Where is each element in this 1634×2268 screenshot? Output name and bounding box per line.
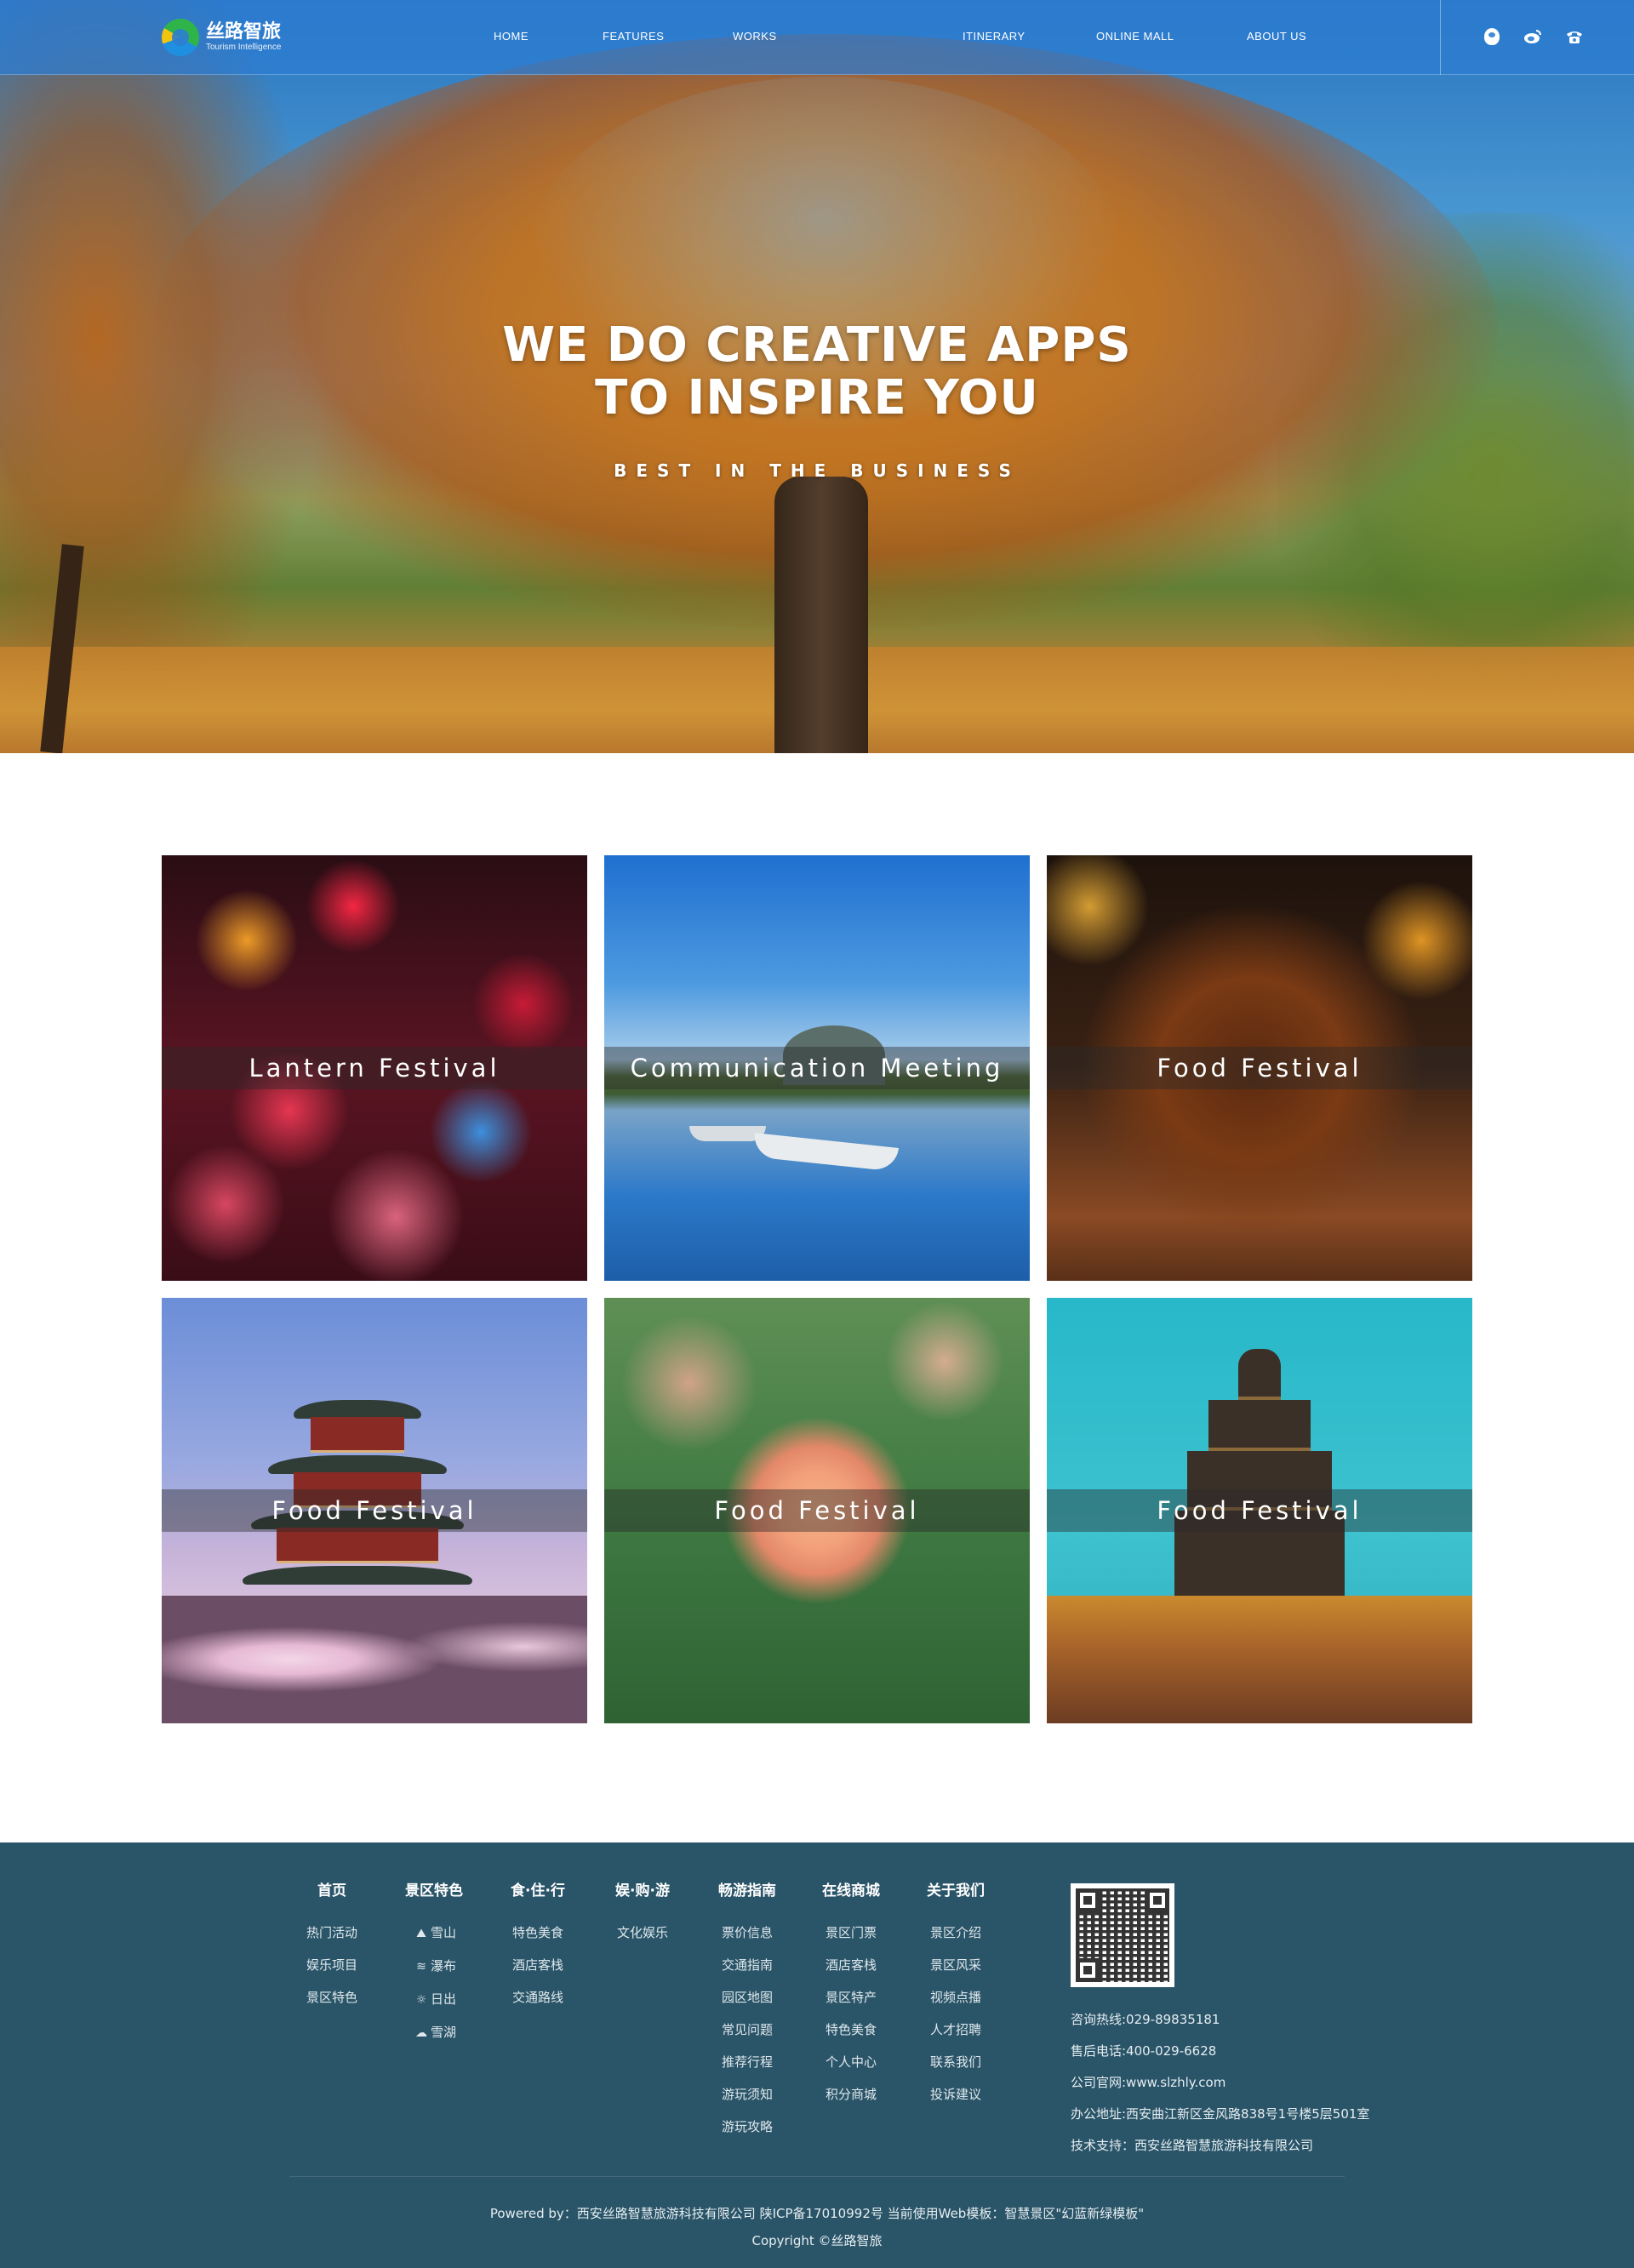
footer-col-features: 景区特色 ⛰ 雪山 ≋ 瀑布 ☼ 日出 ☁ 雪湖 — [391, 1882, 477, 2049]
footer-link[interactable]: 常见问题 — [705, 2014, 790, 2046]
footer-col-title: 景区特色 — [405, 1882, 463, 1900]
footer-link[interactable]: 娱乐项目 — [289, 1949, 374, 1981]
nav-features[interactable]: FEATURES — [603, 30, 664, 43]
footer-col-guide: 畅游指南 票价信息 交通指南 园区地图 常见问题 推荐行程 游玩须知 游玩攻略 — [705, 1882, 790, 2143]
footer-link[interactable]: 景区特产 — [808, 1981, 894, 2014]
gallery-card-pagoda[interactable]: Food Festival — [162, 1298, 587, 1723]
card-caption: Communication Meeting — [630, 1054, 1004, 1083]
footer-link[interactable]: 酒店客栈 — [495, 1949, 580, 1981]
hero-subtitle: BEST IN THE BUSINESS — [614, 460, 1020, 481]
logo-icon — [162, 19, 199, 56]
footer-link[interactable]: 推荐行程 — [705, 2046, 790, 2078]
gallery-card-flower[interactable]: Food Festival — [604, 1298, 1030, 1723]
footer-link[interactable]: 人才招聘 — [913, 2014, 998, 2046]
footer-link[interactable]: 文化娱乐 — [600, 1917, 685, 1949]
sunrise-icon: ☼ — [415, 1993, 427, 2007]
nav-itinerary[interactable]: ITINERARY — [963, 30, 1026, 43]
footer-link[interactable]: 特色美食 — [495, 1917, 580, 1949]
footer: 首页 热门活动 娱乐项目 景区特色 景区特色 ⛰ 雪山 ≋ 瀑布 ☼ 日出 ☁ 雪湖 食… — [0, 1842, 1634, 2268]
gallery-card-temple[interactable]: Food Festival — [1047, 1298, 1472, 1723]
footer-col-title: 在线商城 — [822, 1882, 880, 1900]
hero-banner: WE DO CREATIVE APPS TO INSPIRE YOU BEST … — [0, 0, 1634, 753]
footer-col-online-mall: 在线商城 景区门票 酒店客栈 景区特产 特色美食 个人中心 积分商城 — [808, 1882, 894, 2111]
contact-hotline: 咨询热线:029-89835181 — [1071, 2012, 1220, 2027]
card-caption: Food Festival — [1157, 1054, 1363, 1083]
waterfall-icon: ≋ — [416, 1960, 426, 1974]
card-caption: Food Festival — [271, 1496, 477, 1525]
contact-address: 办公地址:西安曲江新区金风路838号1号楼5层501室 — [1071, 2106, 1370, 2122]
footer-link[interactable]: 投诉建议 — [913, 2078, 998, 2111]
footer-link[interactable]: 景区门票 — [808, 1917, 894, 1949]
footer-link[interactable]: 积分商城 — [808, 2078, 894, 2111]
footer-col-title: 食·住·行 — [511, 1882, 565, 1900]
footer-col-title: 关于我们 — [927, 1882, 985, 1900]
footer-col-entertain-shop-tour: 娱·购·游 文化娱乐 — [600, 1882, 685, 1949]
qr-code — [1071, 1883, 1174, 1987]
gallery-card-communication-meeting[interactable]: Communication Meeting — [604, 855, 1030, 1281]
contact-support: 技术支持：西安丝路智慧旅游科技有限公司 — [1071, 2138, 1314, 2153]
weibo-icon[interactable] — [1523, 26, 1543, 47]
card-caption: Lantern Festival — [249, 1054, 500, 1083]
gallery-card-food-festival[interactable]: Food Festival — [1047, 855, 1472, 1281]
footer-link[interactable]: 酒店客栈 — [808, 1949, 894, 1981]
footer-link[interactable]: ≋ 瀑布 — [391, 1950, 477, 1983]
contact-website[interactable]: 公司官网:www.slzhly.com — [1071, 2067, 1369, 2099]
gallery-grid: Lantern Festival Communication Meeting F… — [162, 855, 1472, 1723]
footer-link[interactable]: 游玩攻略 — [705, 2111, 790, 2143]
footer-link[interactable]: 园区地图 — [705, 1981, 790, 2014]
copyright-text: Copyright ©丝路智旅 — [751, 2233, 883, 2248]
lake-icon: ☁ — [414, 2026, 427, 2040]
footer-link[interactable]: 票价信息 — [705, 1917, 790, 1949]
gallery-card-lantern-festival[interactable]: Lantern Festival — [162, 855, 587, 1281]
footer-link[interactable]: 个人中心 — [808, 2046, 894, 2078]
nav-works[interactable]: WORKS — [733, 30, 777, 43]
logo[interactable]: 丝路智旅 Tourism Intelligence — [162, 17, 281, 58]
footer-link[interactable]: ⛰ 雪山 — [391, 1917, 477, 1950]
footer-link[interactable]: 景区特色 — [289, 1981, 374, 2014]
footer-col-title: 畅游指南 — [718, 1882, 776, 1900]
mountain-icon: ⛰ — [416, 1927, 426, 1940]
contact-aftersales: 售后电话:400-029-6628 — [1071, 2043, 1217, 2059]
top-nav: 丝路智旅 Tourism Intelligence HOME FEATURES … — [0, 0, 1634, 75]
nav-home[interactable]: HOME — [494, 30, 528, 43]
hero-title-line2: TO INSPIRE YOU — [595, 370, 1039, 426]
footer-bottom: Powered by：西安丝路智慧旅游科技有限公司 陕ICP备17010992号… — [0, 2200, 1634, 2254]
footer-link[interactable]: 景区风采 — [913, 1949, 998, 1981]
nav-divider — [1440, 0, 1441, 75]
footer-link[interactable]: 联系我们 — [913, 2046, 998, 2078]
qq-icon[interactable] — [1482, 26, 1502, 47]
footer-link[interactable]: 交通指南 — [705, 1949, 790, 1981]
hero-title-line1: WE DO CREATIVE APPS — [502, 317, 1132, 373]
footer-col-title: 娱·购·游 — [615, 1882, 670, 1900]
logo-name-cn: 丝路智旅 — [206, 21, 282, 43]
footer-col-about: 关于我们 景区介绍 景区风采 视频点播 人才招聘 联系我们 投诉建议 — [913, 1882, 998, 2111]
footer-link[interactable]: ☼ 日出 — [391, 1983, 477, 2016]
hero-text: WE DO CREATIVE APPS TO INSPIRE YOU BEST … — [0, 319, 1634, 482]
footer-link[interactable]: 交通路线 — [495, 1981, 580, 2014]
logo-name-en: Tourism Intelligence — [206, 43, 282, 52]
footer-link[interactable]: 景区介绍 — [913, 1917, 998, 1949]
nav-online-mall[interactable]: ONLINE MALL — [1096, 30, 1174, 43]
phone-icon[interactable] — [1564, 26, 1585, 47]
card-caption: Food Festival — [714, 1496, 920, 1525]
footer-link[interactable]: ☁ 雪湖 — [391, 2016, 477, 2049]
powered-by-text: Powered by：西安丝路智慧旅游科技有限公司 陕ICP备17010992号… — [489, 2206, 1145, 2221]
footer-col-title: 首页 — [317, 1882, 346, 1900]
footer-divider — [289, 2176, 1345, 2177]
footer-link[interactable]: 视频点播 — [913, 1981, 998, 2014]
hero-title: WE DO CREATIVE APPS TO INSPIRE YOU — [0, 319, 1634, 425]
nav-about-us[interactable]: ABOUT US — [1247, 30, 1306, 43]
footer-link[interactable]: 特色美食 — [808, 2014, 894, 2046]
footer-link[interactable]: 热门活动 — [289, 1917, 374, 1949]
footer-col-home: 首页 热门活动 娱乐项目 景区特色 — [289, 1882, 374, 2014]
footer-link[interactable]: 游玩须知 — [705, 2078, 790, 2111]
footer-col-food-stay-travel: 食·住·行 特色美食 酒店客栈 交通路线 — [495, 1882, 580, 2014]
contact-info: 咨询热线:029-89835181 售后电话:400-029-6628 公司官网… — [1071, 2004, 1369, 2162]
card-caption: Food Festival — [1157, 1496, 1363, 1525]
